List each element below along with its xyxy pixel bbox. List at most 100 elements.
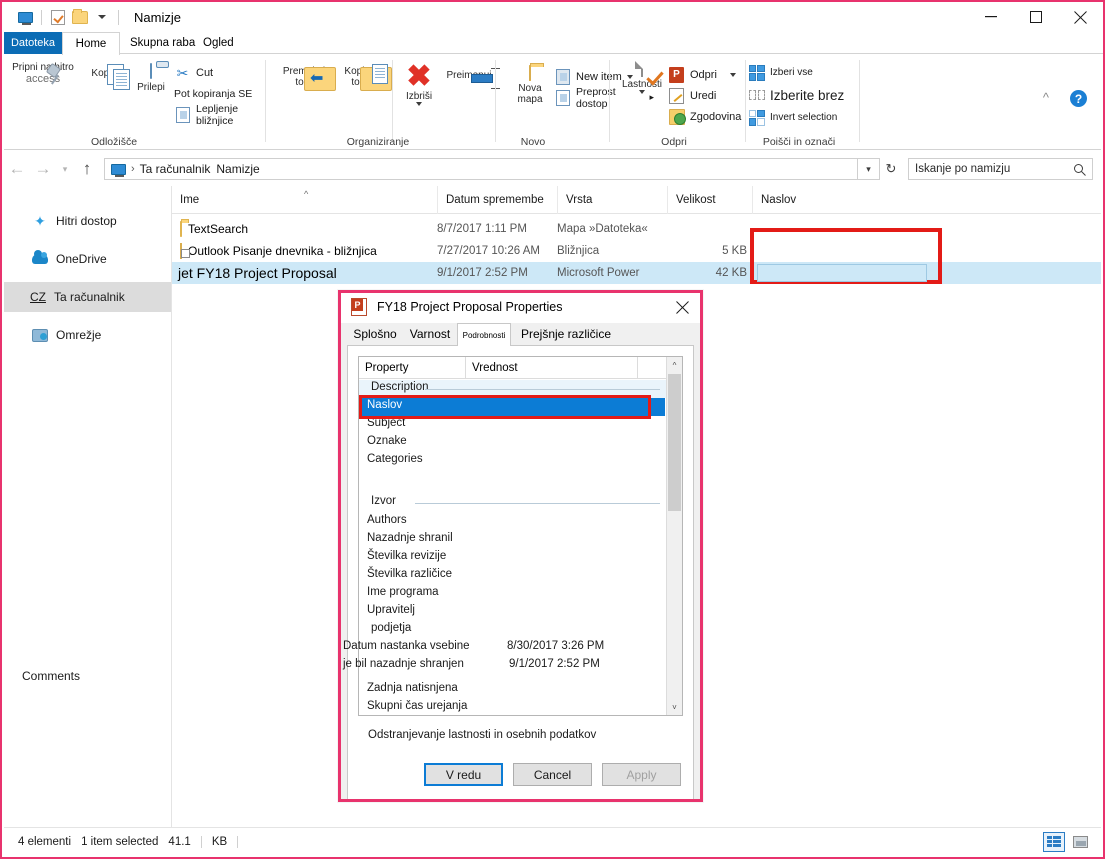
table-row[interactable]: jet FY18 Project Proposal 9/1/2017 2:52 … bbox=[172, 262, 1101, 284]
select-all-icon bbox=[748, 64, 765, 81]
dialog-title-bar: FY18 Project Proposal Properties bbox=[339, 291, 702, 323]
powerpoint-file-icon bbox=[351, 298, 367, 316]
folder-icon[interactable] bbox=[69, 8, 91, 26]
ribbon-group-new: Nova mapa New item Preprost dostop ▸ Nov… bbox=[498, 54, 654, 150]
table-row[interactable]: TextSearch 8/7/2017 1:11 PM Mapa »Datote… bbox=[172, 218, 1101, 240]
ribbon-tabs: Datoteka Home Skupna raba Ogled bbox=[2, 32, 1103, 55]
column-header-size[interactable]: Velikost bbox=[667, 186, 752, 214]
file-name-cell: TextSearch bbox=[180, 221, 248, 237]
group-divider bbox=[415, 503, 660, 504]
up-arrow-icon[interactable]: ↑ bbox=[74, 152, 100, 186]
naslov-cell-selected[interactable] bbox=[757, 264, 927, 282]
folder-icon bbox=[180, 221, 182, 237]
details-view-button[interactable] bbox=[1043, 831, 1065, 852]
column-header-name[interactable]: Ime bbox=[172, 186, 445, 214]
property-row-oznake[interactable]: Oznake bbox=[359, 434, 666, 452]
new-folder-button[interactable]: Nova mapa bbox=[506, 65, 554, 105]
tab-varnost[interactable]: Varnost bbox=[403, 323, 457, 345]
tab-home[interactable]: Home bbox=[62, 32, 120, 55]
property-row-last-saved-by[interactable]: Nazadnje shranil bbox=[359, 531, 666, 549]
property-list-scrollbar[interactable]: ^ ˅ bbox=[666, 357, 682, 715]
recent-locations-icon[interactable]: ▾ bbox=[56, 152, 74, 186]
copy-button[interactable]: Kopiraj bbox=[82, 64, 132, 90]
properties-button[interactable]: Lastnosti bbox=[616, 61, 668, 94]
property-row-program-name[interactable]: Ime programa bbox=[359, 585, 666, 603]
property-row-last-saved[interactable]: je bil nazadnje shranjen 9/1/2017 2:52 P… bbox=[343, 657, 666, 675]
divider bbox=[392, 60, 393, 142]
property-row-content-created[interactable]: Datum nastanka vsebine 8/30/2017 3:26 PM bbox=[343, 639, 666, 657]
ok-button[interactable]: V redu bbox=[424, 763, 503, 786]
title-bar: Namizje bbox=[2, 2, 1103, 32]
property-row-last-printed[interactable]: Zadnja natisnjena bbox=[359, 681, 666, 699]
monitor-icon[interactable] bbox=[14, 8, 36, 26]
invert-selection-button[interactable]: Invert selection bbox=[748, 107, 856, 128]
file-date-cell: 8/7/2017 1:11 PM bbox=[437, 223, 527, 235]
scroll-down-icon[interactable]: ˅ bbox=[667, 699, 682, 715]
select-none-icon bbox=[748, 87, 765, 104]
property-row-company[interactable]: podjetja bbox=[359, 621, 666, 639]
refresh-icon[interactable]: ↻ bbox=[880, 158, 902, 180]
forward-arrow-icon[interactable]: → bbox=[30, 152, 56, 186]
back-arrow-icon[interactable]: ← bbox=[4, 152, 30, 186]
column-headers: Ime Datum spremembe Vrsta Velikost Naslo… bbox=[172, 186, 1101, 214]
address-dropdown-button[interactable]: ▾ bbox=[858, 158, 880, 180]
tab-podrobnosti[interactable]: Podrobnosti bbox=[457, 323, 511, 346]
divider bbox=[237, 835, 239, 848]
property-group-izvor: Izvor bbox=[359, 494, 666, 512]
copy-path-button[interactable]: Pot kopiranja SE bbox=[174, 83, 264, 104]
select-all-button[interactable]: Izberi vse bbox=[748, 62, 856, 83]
remove-properties-link[interactable]: Odstranjevanje lastnosti in osebnih poda… bbox=[368, 729, 596, 741]
address-bar: ← → ▾ ↑ › Ta računalnik Namizje ▾ ↻ Iska… bbox=[4, 152, 1101, 186]
value-column-header[interactable]: Vrednost bbox=[465, 357, 637, 379]
tab-ogled[interactable]: Ogled bbox=[203, 32, 234, 54]
close-button[interactable] bbox=[1058, 2, 1103, 32]
sidebar-item-quick-access[interactable]: ✦ Hitri dostop bbox=[4, 206, 171, 236]
new-item-icon bbox=[554, 68, 571, 85]
property-row-categories[interactable]: Categories bbox=[359, 452, 666, 470]
tab-prejsnje-razlicice[interactable]: Prejšnje različice bbox=[511, 323, 621, 345]
collapse-ribbon-button[interactable]: ^ bbox=[1043, 90, 1049, 105]
maximize-button[interactable] bbox=[1013, 2, 1058, 32]
property-column-header[interactable]: Property bbox=[359, 357, 465, 379]
copy-to-button[interactable]: Kopiraj to bbox=[332, 64, 392, 91]
column-header-type[interactable]: Vrsta bbox=[557, 186, 667, 214]
dropdown-caret-icon[interactable] bbox=[91, 8, 113, 26]
move-to-button[interactable]: ⬅ Premakni to bbox=[276, 64, 336, 91]
thumbnail-view-button[interactable] bbox=[1069, 832, 1091, 852]
paste-button[interactable]: Prilepi bbox=[126, 63, 176, 93]
scrollbar-thumb[interactable] bbox=[668, 374, 681, 511]
rename-button[interactable]: Preimenuj bbox=[442, 66, 500, 89]
column-header-date[interactable]: Datum spremembe bbox=[437, 186, 557, 214]
table-row[interactable]: Outlook Pisanje dnevnika - bližnjica 7/2… bbox=[172, 240, 1101, 262]
cancel-button[interactable]: Cancel bbox=[513, 763, 592, 786]
network-icon bbox=[32, 327, 48, 343]
sidebar-item-this-pc[interactable]: CZ Ta računalnik bbox=[4, 282, 171, 312]
dialog-close-button[interactable] bbox=[662, 291, 702, 323]
search-input[interactable]: Iskanje po namizju bbox=[908, 158, 1093, 180]
pin-to-quick-access-button[interactable]: Pripni na hitro access bbox=[10, 62, 76, 85]
sidebar-item-network[interactable]: Omrežje bbox=[4, 320, 171, 350]
help-icon[interactable]: ? bbox=[1070, 90, 1087, 107]
property-row-total-editing-time[interactable]: Skupni čas urejanja bbox=[359, 699, 666, 717]
minimize-button[interactable] bbox=[968, 2, 1013, 32]
sidebar-item-onedrive[interactable]: OneDrive bbox=[4, 244, 171, 274]
extra-column-header[interactable] bbox=[637, 357, 657, 379]
cut-button[interactable]: ✂ Cut bbox=[174, 62, 264, 83]
scroll-up-icon[interactable]: ^ bbox=[667, 357, 682, 373]
address-breadcrumb-field[interactable]: › Ta računalnik Namizje bbox=[104, 158, 858, 180]
property-row-revision-number[interactable]: Številka revizije bbox=[359, 549, 666, 567]
breadcrumb-this-pc[interactable]: Ta računalnik bbox=[140, 162, 211, 176]
tab-datoteka[interactable]: Datoteka bbox=[4, 32, 62, 54]
breadcrumb-desktop[interactable]: Namizje bbox=[216, 162, 259, 176]
tab-splosno[interactable]: Splošno bbox=[347, 323, 403, 345]
column-header-title[interactable]: Naslov bbox=[752, 186, 937, 214]
property-row-version-number[interactable]: Številka različice bbox=[359, 567, 666, 585]
checkmark-document-icon[interactable] bbox=[47, 8, 69, 26]
file-type-cell: Mapa »Datoteka« bbox=[557, 223, 648, 235]
property-row-manager[interactable]: Upravitelj bbox=[359, 603, 666, 621]
select-none-button[interactable]: Izberite brez bbox=[748, 83, 856, 107]
property-row-authors[interactable]: Authors bbox=[359, 513, 666, 531]
delete-button[interactable]: ✖ Izbriši bbox=[396, 62, 442, 106]
tab-skupna-raba[interactable]: Skupna raba bbox=[130, 32, 195, 54]
paste-shortcut-button[interactable]: Lepljenje bližnjice bbox=[174, 103, 264, 127]
